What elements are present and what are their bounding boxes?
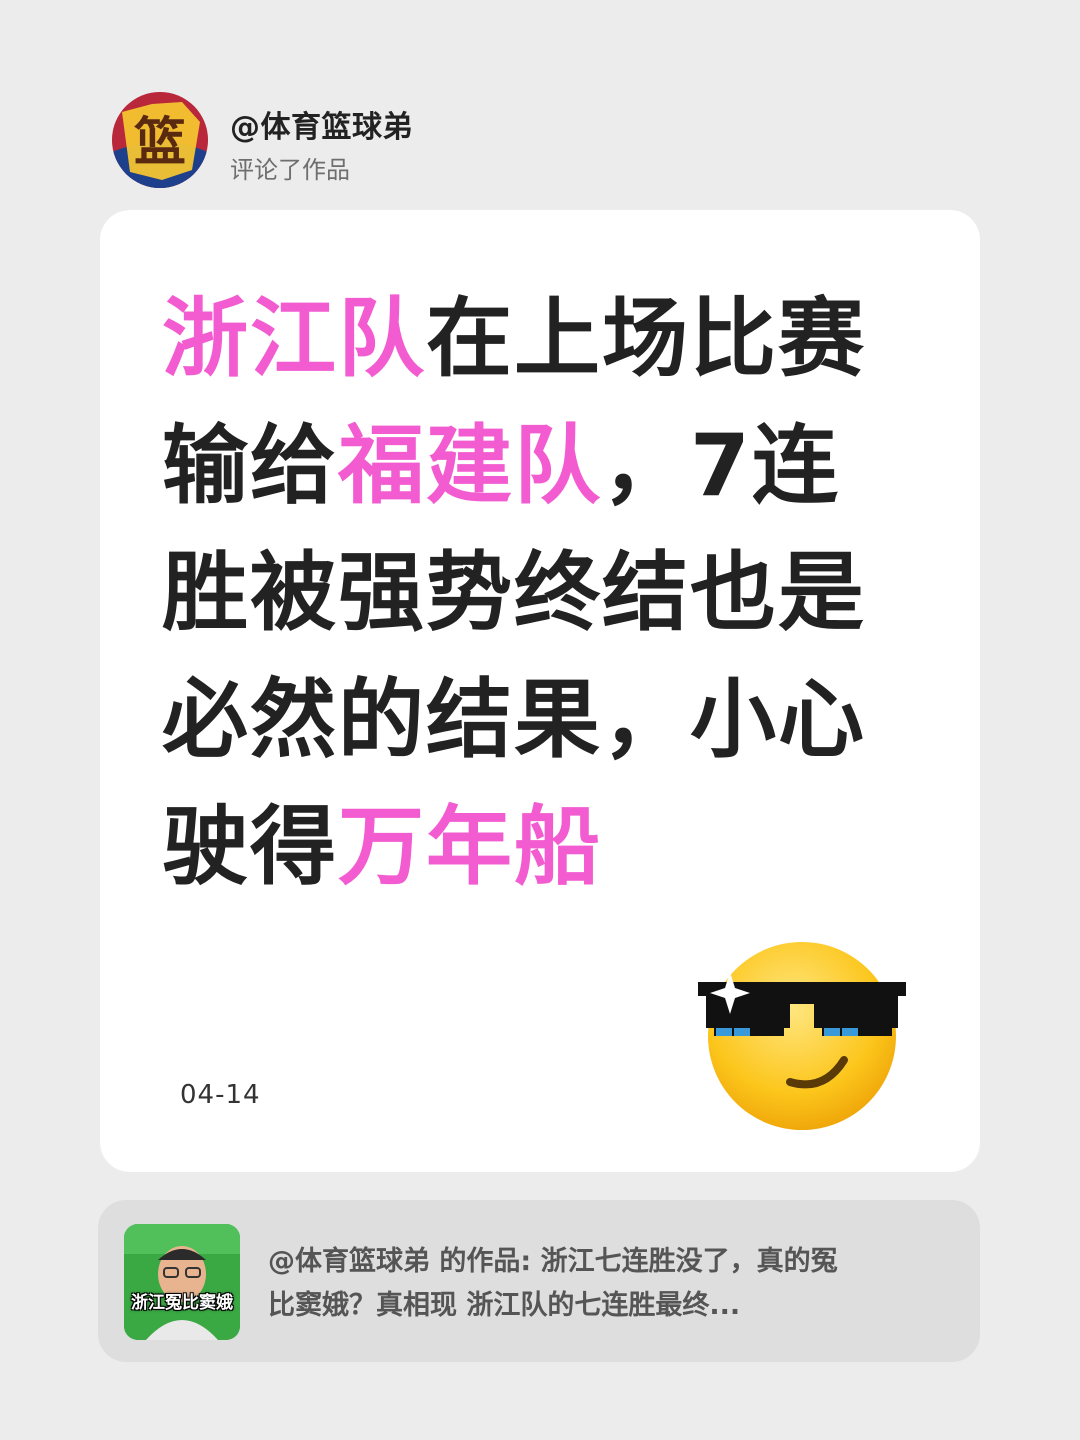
comment-segment: 输给: [162, 416, 338, 516]
comment-line: 胜被强势终结也是: [162, 530, 902, 657]
comment-segment: 在上场比赛: [426, 289, 866, 389]
comment-card: 浙江队在上场比赛 输给福建队，7连 胜被强势终结也是 必然的结果，小心 驶得万年船 04…: [100, 210, 980, 1172]
comment-line: 必然的结果，小心: [162, 657, 902, 784]
source-work-card[interactable]: 浙江冤比窦娥 @体育篮球弟 的作品: 浙江七连胜没了，真的冤 比窦娥？真相现 浙…: [98, 1200, 980, 1362]
highlighted-text: 万年船: [338, 797, 602, 897]
avatar-glyph: 篮: [134, 113, 186, 173]
comment-text: 浙江队在上场比赛 输给福建队，7连 胜被强势终结也是 必然的结果，小心 驶得万年船: [162, 276, 902, 911]
video-thumbnail[interactable]: 浙江冤比窦娥: [124, 1224, 240, 1340]
thumbnail-image: [124, 1224, 240, 1340]
comment-segment: 驶得: [162, 797, 338, 897]
comment-segment: ，7连: [602, 416, 840, 516]
comment-segment: 胜被强势终结也是: [162, 543, 866, 643]
highlighted-text: 浙江队: [162, 289, 426, 389]
source-line-2: 比窦娥？真相现 浙江队的七连胜最终...: [268, 1290, 741, 1321]
highlighted-text: 福建队: [338, 416, 602, 516]
source-work-description[interactable]: @体育篮球弟 的作品: 浙江七连胜没了，真的冤 比窦娥？真相现 浙江队的七连胜最…: [268, 1240, 948, 1328]
user-name[interactable]: @体育篮球弟: [230, 102, 413, 146]
comment-line: 浙江队在上场比赛: [162, 276, 902, 403]
comment-date: 04-14: [180, 1080, 261, 1110]
action-text: 评论了作品: [230, 156, 350, 184]
sunglasses-emoji-icon: [698, 942, 906, 1130]
thumbnail-caption: 浙江冤比窦娥: [131, 1293, 233, 1313]
comment-header: 篮 @体育篮球弟 评论了作品: [112, 92, 812, 192]
avatar-image: 篮: [112, 92, 208, 188]
source-line-1: @体育篮球弟 的作品: 浙江七连胜没了，真的冤: [268, 1246, 838, 1277]
comment-line: 输给福建队，7连: [162, 403, 902, 530]
user-avatar[interactable]: 篮: [112, 92, 208, 188]
comment-line: 驶得万年船: [162, 784, 902, 911]
comment-segment: 必然的结果，小心: [162, 670, 866, 770]
